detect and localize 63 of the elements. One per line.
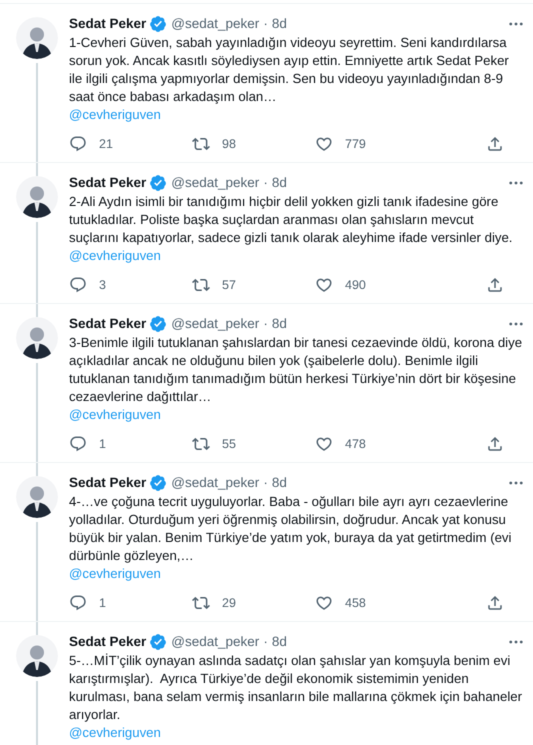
separator-dot: · xyxy=(263,315,268,333)
heart-icon[interactable] xyxy=(315,276,333,294)
separator-dot: · xyxy=(263,633,268,651)
retweet-icon[interactable] xyxy=(192,594,210,612)
reply-icon[interactable] xyxy=(69,135,87,153)
author-handle[interactable]: @sedat_peker xyxy=(171,14,260,34)
reply-icon[interactable] xyxy=(69,435,87,453)
tweet-text: 1-Cevheri Güven, sabah yayınladığın videoyu seyrettim. Seni kandırdılarsa sorun yok. Ancak kasıtlı söylediysen ayıp ettin. Emniyette artık Sedat Peker ile ilgili çalışma yapmıyorlar demişsin. Sen bu videoyu yayınladığından 8-9 saat önce babası arkadaşım olan… xyxy=(69,34,510,106)
like-count: 779 xyxy=(345,136,366,153)
retweet-count: 98 xyxy=(222,136,236,153)
retweet-count: 29 xyxy=(222,594,236,612)
reply-count: 21 xyxy=(99,136,113,153)
retweet-icon[interactable] xyxy=(192,135,210,153)
avatar[interactable] xyxy=(16,317,58,359)
reply-icon[interactable] xyxy=(69,594,87,612)
heart-icon[interactable] xyxy=(315,135,333,153)
more-options-icon[interactable] xyxy=(509,640,523,644)
more-options-icon[interactable] xyxy=(509,322,523,326)
tweet-text: 3-Benimle ilgili tutuklanan şahıslardan bir tanesi cezaevinde öldü, korona diye açıkladılar ancak ne olduğunu bilen yok (şaibelerle dolu). Benimle ilgili tutuklanan tanıdığım tanımadığım bütün herkesi Türkiye’nin dört bir köşesine cezaevlerine dağıttılar… xyxy=(69,334,524,406)
reply-count: 1 xyxy=(99,594,106,612)
more-options-icon[interactable] xyxy=(509,181,523,185)
author-handle[interactable]: @sedat_peker xyxy=(171,314,260,334)
retweet-count: 57 xyxy=(222,276,236,294)
avatar[interactable] xyxy=(16,17,58,59)
retweet-icon[interactable] xyxy=(192,276,210,294)
tweet-text: 4-…ve çoğuna tecrit uyguluyorlar. Baba - oğulları bile ayrı ayrı cezaevlerine yolladılar. Oturduğum yeri öğrenmiş olabilirsin, doğrudur. Ancak yat konusu büyük bir yalan. Benim Türkiye’de yatım yok, buraya da yat getirtmedim (evi dürbünle gözleyen,… xyxy=(69,493,512,565)
share-icon[interactable] xyxy=(486,276,504,294)
more-options-icon[interactable] xyxy=(509,481,523,485)
separator-dot: · xyxy=(263,15,268,33)
author-handle[interactable]: @sedat_peker xyxy=(171,632,260,652)
author-name[interactable]: Sedat Peker xyxy=(69,173,146,193)
share-icon[interactable] xyxy=(486,594,504,612)
reply-count: 3 xyxy=(99,276,106,294)
reply-icon[interactable] xyxy=(69,276,87,294)
avatar[interactable] xyxy=(16,635,58,677)
avatar[interactable] xyxy=(16,176,58,218)
author-handle[interactable]: @sedat_peker xyxy=(171,173,260,193)
like-count: 490 xyxy=(345,276,366,294)
like-count: 478 xyxy=(345,436,366,453)
author-name[interactable]: Sedat Peker xyxy=(69,632,146,652)
author-name[interactable]: Sedat Peker xyxy=(69,473,146,493)
heart-icon[interactable] xyxy=(315,594,333,612)
author-name[interactable]: Sedat Peker xyxy=(69,14,146,34)
tweet-time[interactable]: 8d xyxy=(272,173,287,193)
tweet-text: 5-…MİT’çilik oynayan aslında sadatçı olan şahıslar yan komşuyla benim evi karıştırmışlar). Ayrıca Türkiye’de değil ekonomik sistemimin yeniden kurulması, bana selam vermiş insanların bile mallarına çökmek için bahaneler arıyorlar. xyxy=(69,652,523,724)
author-name[interactable]: Sedat Peker xyxy=(69,314,146,334)
retweet-icon[interactable] xyxy=(192,435,210,453)
separator-dot: · xyxy=(263,474,268,492)
share-icon[interactable] xyxy=(486,435,504,453)
more-options-icon[interactable] xyxy=(509,22,523,26)
tweet-time[interactable]: 8d xyxy=(272,632,287,652)
retweet-count: 55 xyxy=(222,436,236,453)
avatar[interactable] xyxy=(16,476,58,518)
reply-count: 1 xyxy=(99,436,106,453)
separator-dot: · xyxy=(263,174,268,192)
share-icon[interactable] xyxy=(486,135,504,153)
heart-icon[interactable] xyxy=(315,435,333,453)
tweet-time[interactable]: 8d xyxy=(272,314,287,334)
like-count: 458 xyxy=(345,594,366,612)
author-handle[interactable]: @sedat_peker xyxy=(171,473,260,493)
tweet-time[interactable]: 8d xyxy=(272,14,287,34)
tweet-time[interactable]: 8d xyxy=(272,473,287,493)
tweet-text: 2-Ali Aydın isimli bir tanıdığımı hiçbir delil yokken gizli tanık ifadesine göre tutukladılar. Poliste başka suçlardan aranması olan şahısların mevcut suçlarını kapatıyorlar, sadece gizli tanık olarak aleyhime ifade versinler diye. xyxy=(69,193,514,247)
